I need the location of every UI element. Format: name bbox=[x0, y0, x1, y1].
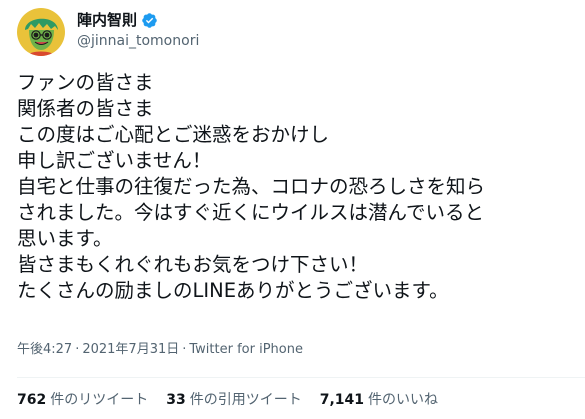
tweet-line: 自宅と仕事の往復だった為、コロナの恐ろしさを知ら bbox=[17, 175, 486, 198]
tweet-time[interactable]: 午後4:27 bbox=[17, 342, 72, 357]
tweet-line: 申し訳ございません！ bbox=[17, 149, 212, 172]
likes-stat[interactable]: 7,141 件のいいね bbox=[320, 392, 438, 408]
verified-badge-icon bbox=[141, 12, 158, 29]
author-name-row[interactable]: 陣内智則 bbox=[77, 11, 158, 29]
tweet-line: この度はご心配とご迷惑をおかけし bbox=[17, 123, 330, 146]
tweet-line: ファンの皆さま bbox=[17, 71, 154, 94]
tweet-date[interactable]: 2021年7月31日 bbox=[82, 342, 179, 357]
tweet-source[interactable]: Twitter for iPhone bbox=[189, 342, 303, 357]
retweets-count: 762 bbox=[17, 392, 47, 408]
tweet-text: ファンの皆さま 関係者の皆さま この度はご心配とご迷惑をおかけし 申し訳ございま… bbox=[17, 70, 577, 304]
quotes-stat[interactable]: 33 件の引用ツイート bbox=[166, 392, 301, 408]
avatar[interactable] bbox=[17, 8, 65, 56]
tweet-line: 思います。 bbox=[17, 227, 113, 250]
tweet-meta: 午後4:27 · 2021年7月31日 · Twitter for iPhone bbox=[17, 342, 303, 358]
author-handle[interactable]: @jinnai_tomonori bbox=[77, 32, 199, 50]
meta-separator: · bbox=[75, 342, 80, 357]
tweet-card: 陣内智則 @jinnai_tomonori ファンの皆さま 関係者の皆さま この… bbox=[0, 0, 585, 419]
tweet-line: されました。今はすぐ近くにウイルスは潜んでいると bbox=[17, 201, 485, 224]
retweets-label: 件のリツイート bbox=[50, 392, 149, 408]
likes-count: 7,141 bbox=[319, 392, 365, 408]
quotes-label: 件の引用ツイート bbox=[189, 392, 302, 408]
tweet-stats: 762 件のリツイート 33 件の引用ツイート 7,141 件のいいね bbox=[17, 392, 456, 408]
display-name[interactable]: 陣内智則 bbox=[77, 11, 137, 29]
quotes-count: 33 bbox=[166, 392, 186, 408]
tweet-line: 皆さまもくれぐれもお気をつけ下さい！ bbox=[17, 253, 369, 276]
meta-separator: · bbox=[182, 342, 187, 357]
retweets-stat[interactable]: 762 件のリツイート bbox=[17, 392, 148, 408]
divider bbox=[17, 377, 585, 378]
tweet-line: たくさんの励ましのLINEありがとうございます。 bbox=[17, 279, 449, 302]
avatar-illustration bbox=[17, 8, 65, 56]
likes-label: 件のいいね bbox=[368, 392, 439, 408]
tweet-line: 関係者の皆さま bbox=[17, 97, 154, 120]
